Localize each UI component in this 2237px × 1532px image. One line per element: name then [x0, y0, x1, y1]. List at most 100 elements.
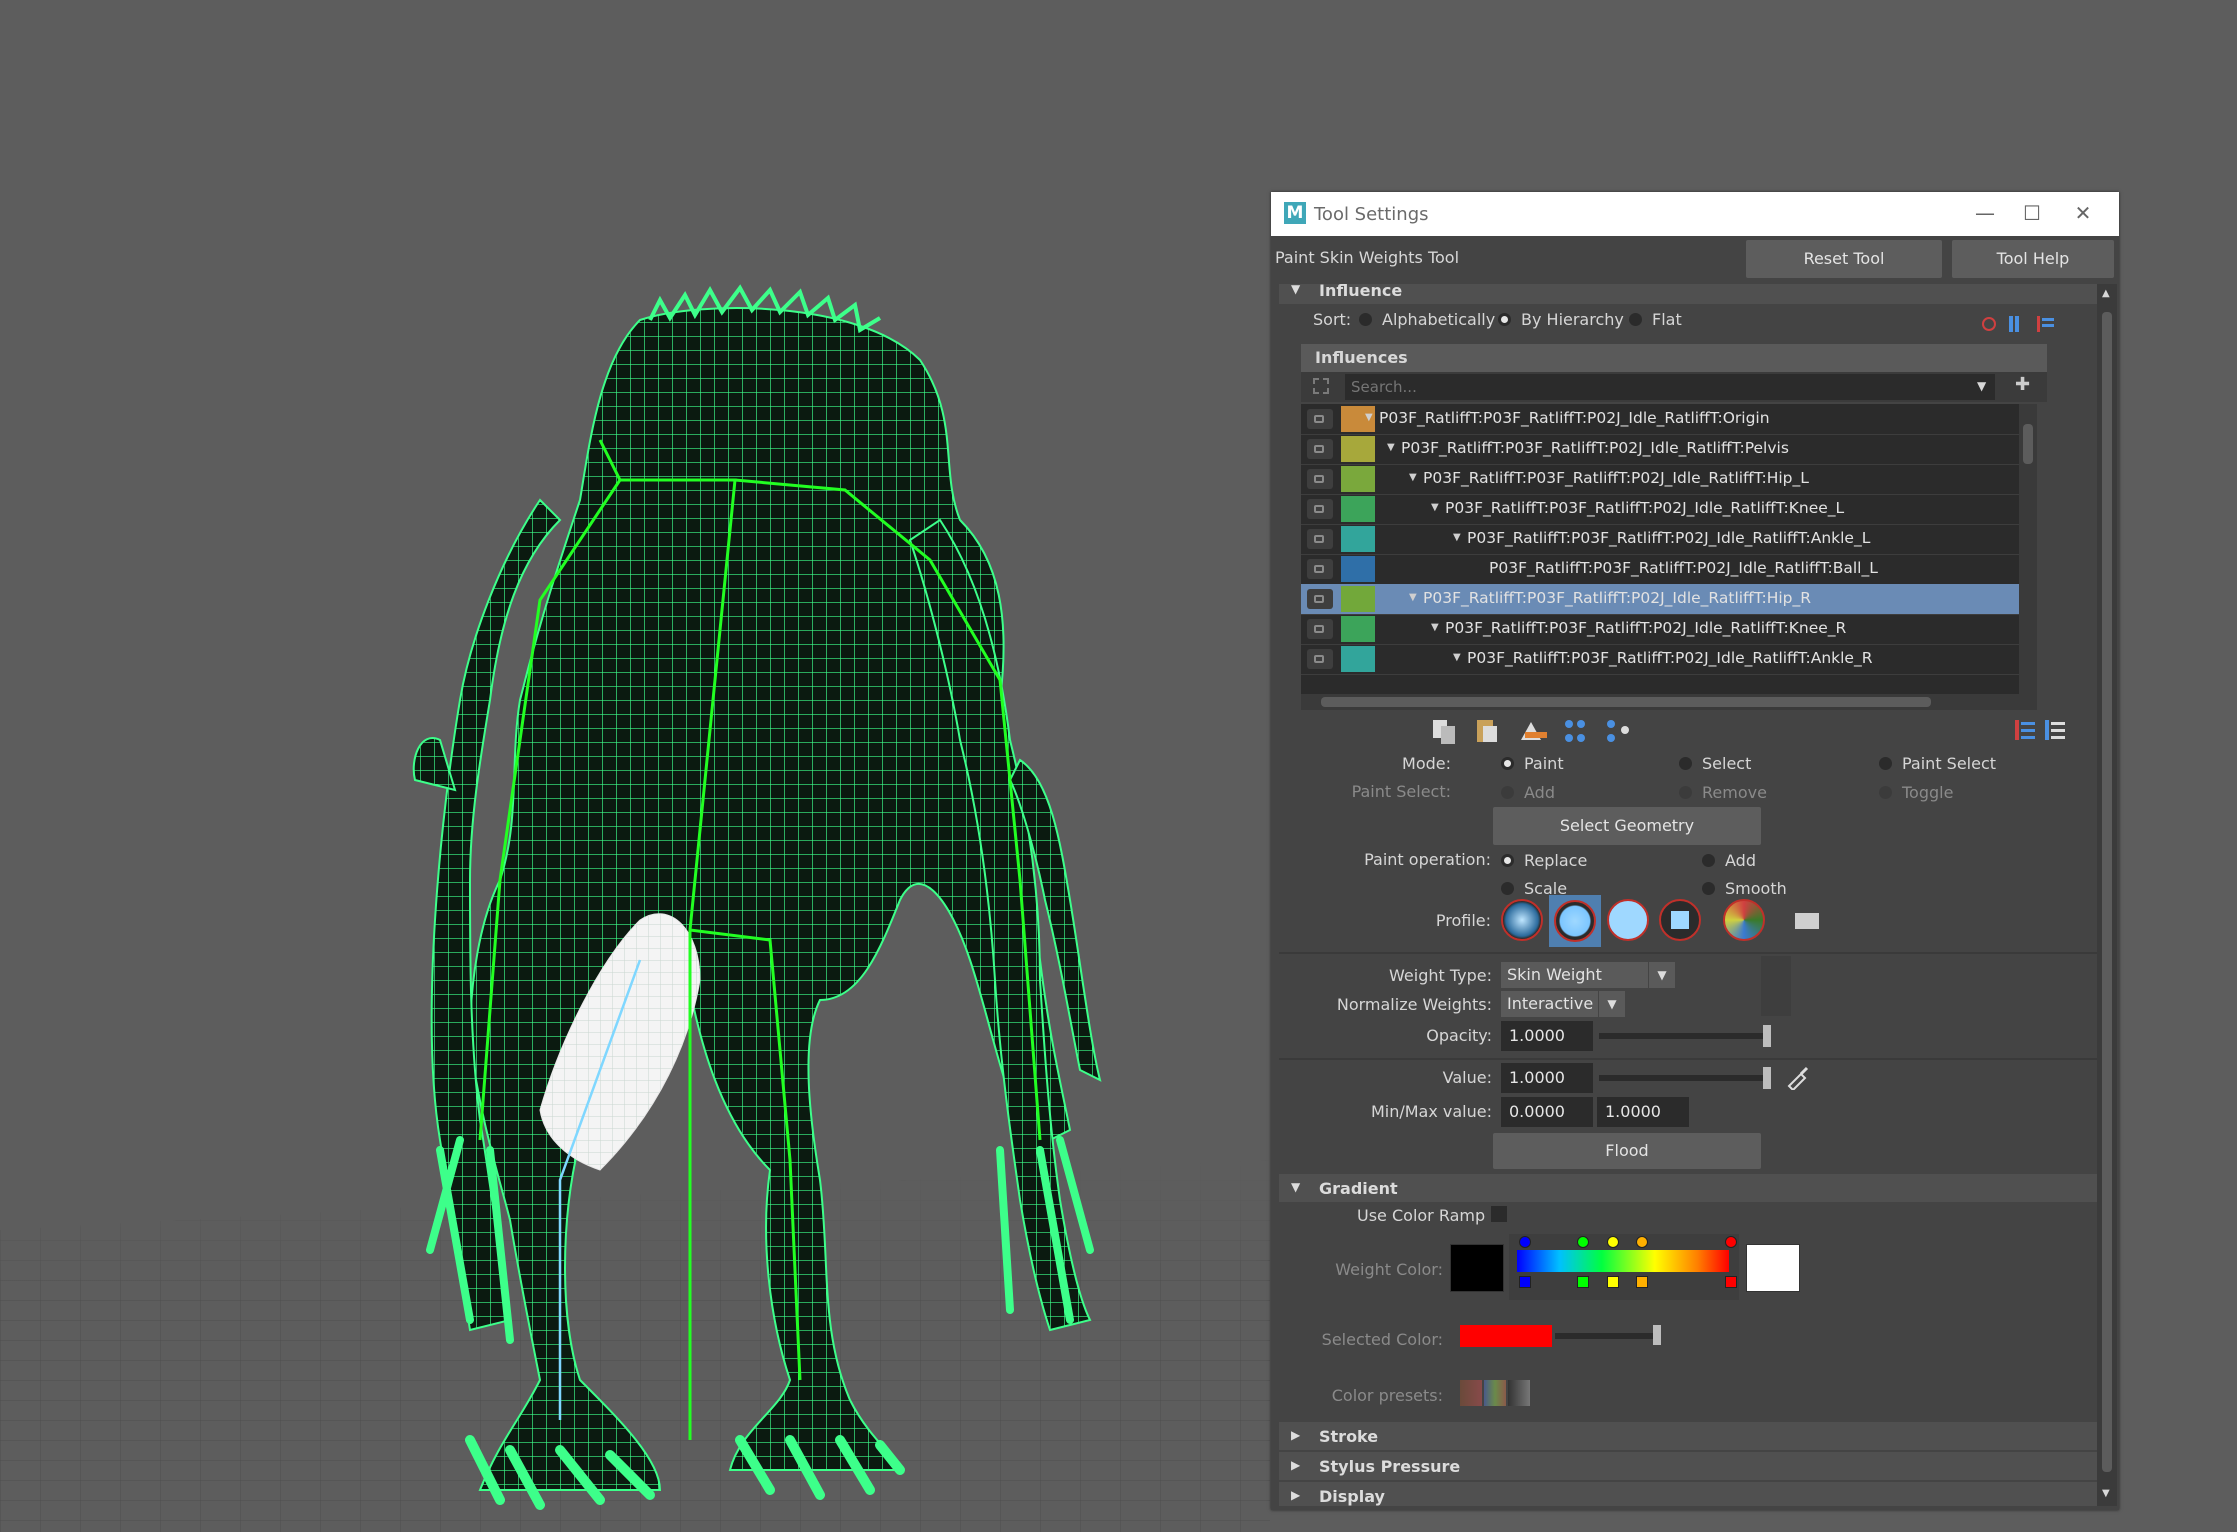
ramp-stop[interactable]: [1519, 1276, 1531, 1288]
lock-icon[interactable]: [1307, 529, 1333, 549]
texture-brush-icon[interactable]: [1723, 899, 1765, 941]
section-stroke[interactable]: ▶ Stroke: [1279, 1422, 2097, 1450]
select-geometry-button[interactable]: Select Geometry: [1493, 807, 1761, 845]
opacity-field[interactable]: 1.0000: [1501, 1021, 1593, 1051]
influence-toolbar[interactable]: [1429, 714, 1649, 746]
tool-help-button[interactable]: Tool Help: [1952, 240, 2114, 278]
lock-icon[interactable]: [1307, 469, 1333, 489]
opacity-slider[interactable]: [1599, 1033, 1767, 1039]
selected-color-swatch[interactable]: [1460, 1325, 1552, 1347]
influence-row[interactable]: ▼ P03F_RatliffT:P03F_RatliffT:P02J_Idle_R…: [1301, 464, 2019, 495]
color-preset-3[interactable]: [1508, 1380, 1530, 1406]
title-bar[interactable]: M Tool Settings — ☐ ✕: [1271, 192, 2119, 236]
min-value-field[interactable]: 0.0000: [1501, 1097, 1593, 1127]
selected-color-slider-handle[interactable]: [1653, 1325, 1661, 1345]
mode-paint[interactable]: Paint: [1501, 754, 1564, 773]
expand-arrow-icon[interactable]: ▼: [1453, 532, 1461, 543]
color-preset-1[interactable]: [1460, 1380, 1482, 1406]
ramp-marker[interactable]: [1519, 1236, 1531, 1248]
mode-paint-select[interactable]: Paint Select: [1879, 754, 1996, 773]
influence-color-swatch[interactable]: [1341, 496, 1375, 522]
scrollbar-thumb[interactable]: [2102, 312, 2112, 1472]
influence-color-swatch[interactable]: [1341, 556, 1375, 582]
paint-op-replace[interactable]: Replace: [1501, 851, 1587, 870]
influence-color-swatch[interactable]: [1341, 586, 1375, 612]
ramp-marker[interactable]: [1607, 1236, 1619, 1248]
settings-scroll-area[interactable]: ▼ Influence Sort: Alphabetically By Hier…: [1279, 284, 2097, 1506]
ramp-stop[interactable]: [1636, 1276, 1648, 1288]
influence-row[interactable]: ▼ P03F_RatliffT:P03F_RatliffT:P02J_Idle_R…: [1301, 494, 2019, 525]
lock-icon[interactable]: [1307, 409, 1333, 429]
lock-icon[interactable]: [1307, 589, 1333, 609]
square-brush-icon[interactable]: [1659, 899, 1701, 941]
eyedropper-icon[interactable]: [1785, 1064, 1811, 1090]
influence-row[interactable]: ▼ P03F_RatliffT:P03F_RatliffT:P02J_Idle_R…: [1301, 614, 2019, 645]
influence-color-swatch[interactable]: [1341, 646, 1375, 672]
influence-color-swatch[interactable]: [1341, 616, 1375, 642]
scroll-up-icon[interactable]: ▲: [2102, 288, 2110, 299]
lock-icon[interactable]: [1307, 619, 1333, 639]
opacity-slider-handle[interactable]: [1763, 1025, 1771, 1047]
expand-arrow-icon[interactable]: ▼: [1431, 502, 1439, 513]
weight-color-min-swatch[interactable]: [1450, 1244, 1504, 1292]
reset-tool-button[interactable]: Reset Tool: [1746, 240, 1942, 278]
ramp-marker[interactable]: [1577, 1236, 1589, 1248]
settings-scrollbar[interactable]: ▲ ▼: [2097, 284, 2117, 1506]
paint-op-add[interactable]: Add: [1702, 851, 1756, 870]
influence-row[interactable]: P03F_RatliffT:P03F_RatliffT:P02J_Idle_Ra…: [1301, 554, 2019, 585]
influence-list[interactable]: ▼ P03F_RatliffT:P03F_RatliffT:P02J_Idle_R…: [1301, 404, 2019, 701]
influence-row[interactable]: ▼ P03F_RatliffT:P03F_RatliffT:P02J_Idle_R…: [1301, 524, 2019, 555]
influence-color-swatch[interactable]: [1341, 436, 1375, 462]
list-options-icons[interactable]: [1979, 312, 2059, 336]
influence-row[interactable]: ▼ P03F_RatliffT:P03F_RatliffT:P02J_Idle_R…: [1301, 404, 2019, 435]
value-field[interactable]: 1.0000: [1501, 1063, 1593, 1093]
expand-arrow-icon[interactable]: ▼: [1365, 412, 1373, 423]
influence-row[interactable]: ▼ P03F_RatliffT:P03F_RatliffT:P02J_Idle_R…: [1301, 584, 2019, 615]
normalize-weights-dropdown[interactable]: Interactive ▼: [1501, 991, 1625, 1017]
max-value-field[interactable]: 1.0000: [1597, 1097, 1689, 1127]
weight-color-max-swatch[interactable]: [1746, 1244, 1800, 1292]
maximize-button[interactable]: ☐: [2012, 198, 2052, 228]
influence-list-hscrollbar[interactable]: [1301, 694, 2037, 710]
influence-color-swatch[interactable]: [1341, 466, 1375, 492]
close-button[interactable]: ✕: [2063, 198, 2103, 228]
selected-color-slider[interactable]: [1555, 1333, 1655, 1339]
sort-flat[interactable]: Flat: [1629, 310, 1682, 329]
section-display[interactable]: ▶ Display: [1279, 1482, 2097, 1506]
soft-brush-icon[interactable]: [1554, 900, 1596, 942]
expand-arrow-icon[interactable]: ▼: [1409, 592, 1417, 603]
ramp-stop[interactable]: [1577, 1276, 1589, 1288]
lock-icon[interactable]: [1307, 649, 1333, 669]
influence-list-scrollbar[interactable]: [2019, 404, 2037, 701]
minimize-button[interactable]: —: [1965, 198, 2005, 228]
color-preset-2[interactable]: [1484, 1380, 1506, 1406]
expand-arrow-icon[interactable]: ▼: [1431, 622, 1439, 633]
value-slider[interactable]: [1599, 1075, 1767, 1081]
color-ramp[interactable]: [1509, 1234, 1739, 1300]
sort-alphabetically[interactable]: Alphabetically: [1359, 310, 1495, 329]
section-influence[interactable]: ▼ Influence: [1279, 284, 2097, 304]
influence-row[interactable]: ▼ P03F_RatliffT:P03F_RatliffT:P02J_Idle_R…: [1301, 644, 2019, 675]
weight-type-dropdown[interactable]: Skin Weight ▼: [1501, 962, 1675, 988]
list-view-toggle-icons[interactable]: [2013, 716, 2073, 744]
gaussian-brush-icon[interactable]: [1501, 899, 1543, 941]
chevron-down-icon[interactable]: ▼: [1977, 379, 1986, 393]
ramp-stop[interactable]: [1725, 1276, 1737, 1288]
influence-color-swatch[interactable]: [1341, 526, 1375, 552]
lock-icon[interactable]: [1307, 499, 1333, 519]
search-input[interactable]: [1345, 374, 1995, 400]
lock-icon[interactable]: [1307, 439, 1333, 459]
influence-row[interactable]: ▼ P03F_RatliffT:P03F_RatliffT:P02J_Idle_R…: [1301, 434, 2019, 465]
section-gradient[interactable]: ▼ Gradient: [1279, 1174, 2097, 1202]
ramp-stop[interactable]: [1607, 1276, 1619, 1288]
value-slider-handle[interactable]: [1763, 1067, 1771, 1089]
folder-icon[interactable]: [1795, 913, 1819, 929]
use-color-ramp-checkbox[interactable]: [1491, 1206, 1507, 1222]
mode-select[interactable]: Select: [1679, 754, 1751, 773]
scroll-down-icon[interactable]: ▼: [2102, 1488, 2110, 1499]
sort-by-hierarchy[interactable]: By Hierarchy: [1498, 310, 1624, 329]
section-stylus-pressure[interactable]: ▶ Stylus Pressure: [1279, 1452, 2097, 1480]
lock-icon[interactable]: [1307, 559, 1333, 579]
expand-arrow-icon[interactable]: ▼: [1387, 442, 1395, 453]
ramp-marker[interactable]: [1725, 1236, 1737, 1248]
